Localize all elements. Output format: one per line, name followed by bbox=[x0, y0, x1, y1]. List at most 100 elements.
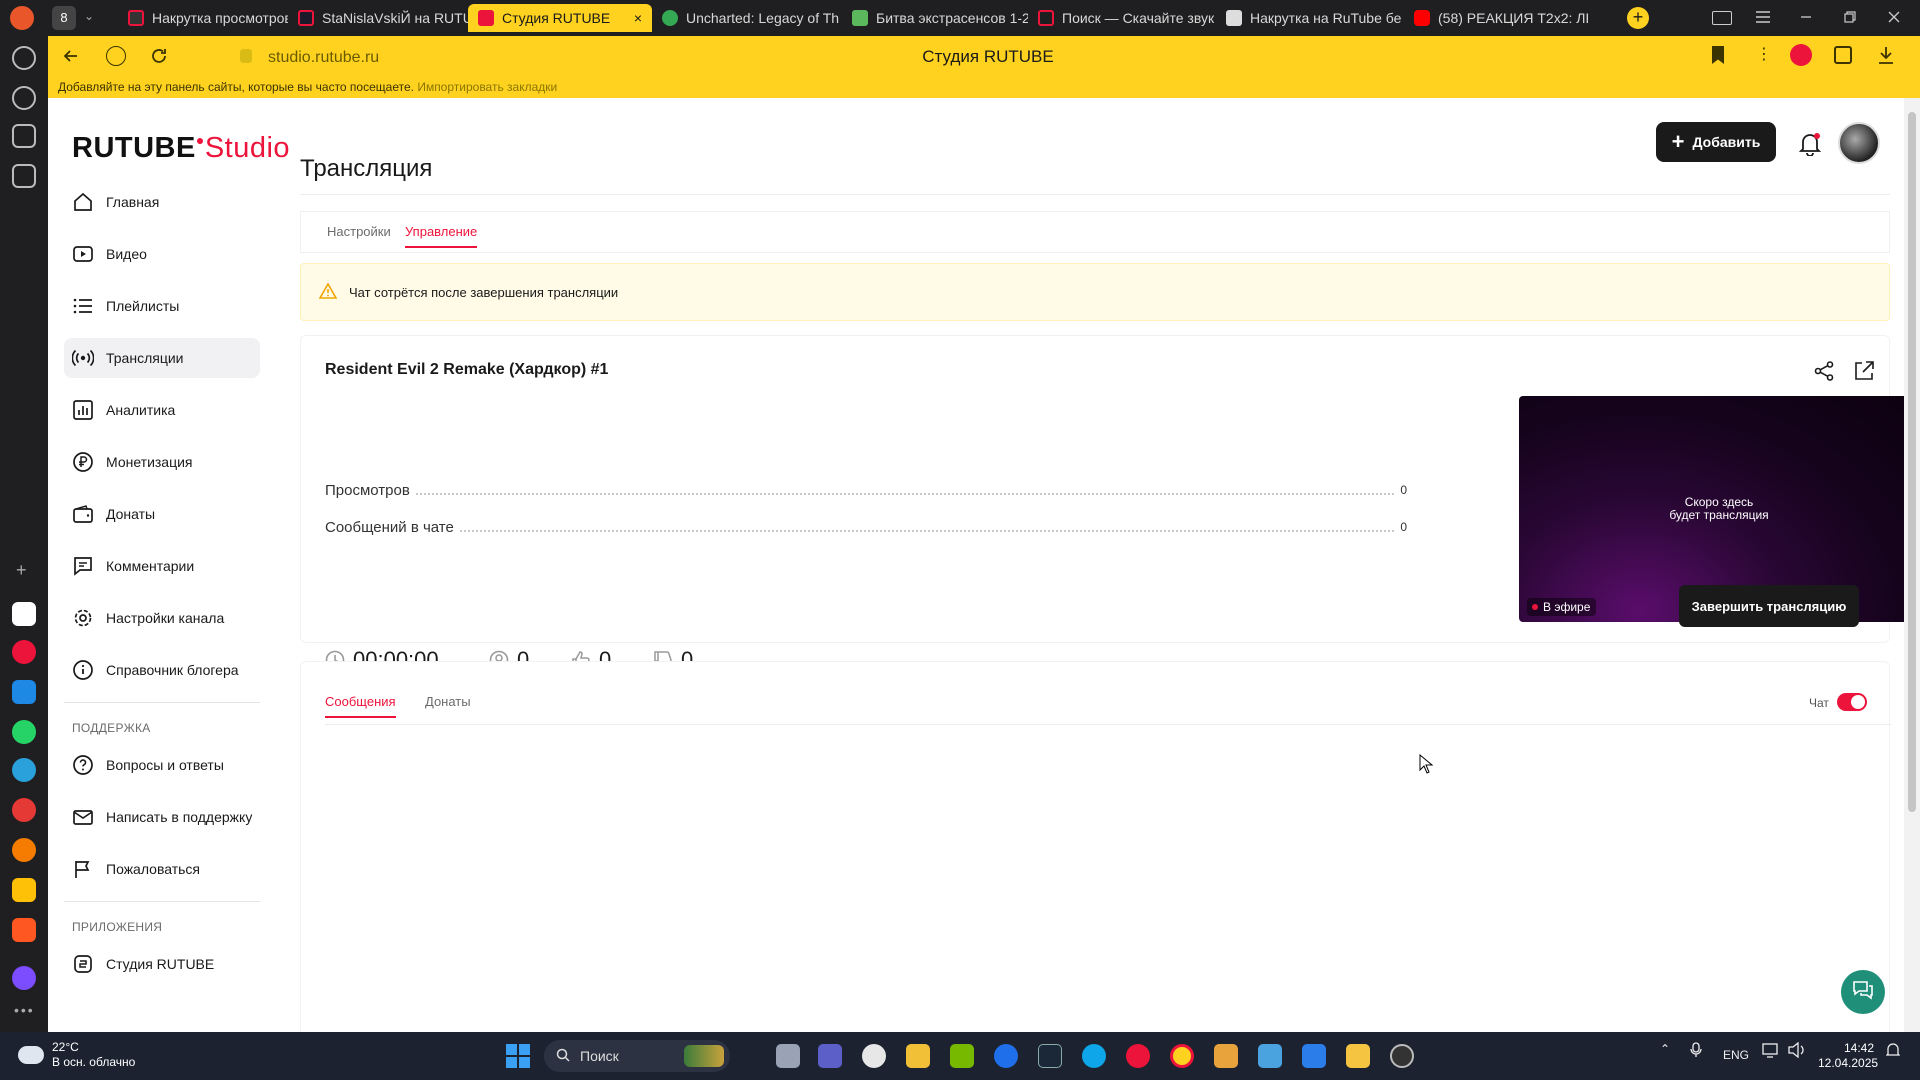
screenshot-icon[interactable] bbox=[12, 164, 36, 188]
yandex-browser-icon[interactable] bbox=[1126, 1044, 1150, 1068]
python-icon[interactable] bbox=[1346, 1044, 1370, 1068]
task-view-icon[interactable] bbox=[776, 1044, 800, 1068]
sidebar-item-channel-settings[interactable]: Настройки канала bbox=[64, 598, 260, 638]
tab-list-chevron-icon[interactable]: ⌄ bbox=[84, 9, 94, 23]
notes-icon[interactable] bbox=[12, 878, 36, 902]
extension-icon[interactable] bbox=[1790, 44, 1812, 66]
browser-tab[interactable]: Поиск — Скачайте звук bbox=[1028, 4, 1216, 32]
notifications-icon[interactable] bbox=[1885, 1042, 1901, 1061]
sidebar-item-home[interactable]: Главная bbox=[64, 182, 260, 222]
yandex-active-icon[interactable] bbox=[1170, 1044, 1194, 1068]
tab-counter[interactable]: 8 bbox=[52, 6, 76, 30]
sidebar-item-playlists[interactable]: Плейлисты bbox=[64, 286, 260, 326]
sidebar-item-broadcasts[interactable]: Трансляции bbox=[64, 338, 260, 378]
menu-icon[interactable] bbox=[1756, 10, 1770, 26]
start-button[interactable] bbox=[506, 1044, 530, 1068]
more-icon[interactable]: ••• bbox=[14, 1002, 35, 1018]
sidebar-item-comments[interactable]: Комментарии bbox=[64, 546, 260, 586]
gmail-icon[interactable] bbox=[12, 602, 36, 626]
app-icon[interactable] bbox=[12, 838, 36, 862]
language-indicator[interactable]: ENG bbox=[1723, 1048, 1749, 1062]
tab-label: Uncharted: Legacy of Th bbox=[686, 10, 840, 26]
network-app-icon[interactable] bbox=[1302, 1044, 1326, 1068]
extensions-panel-icon[interactable] bbox=[1834, 46, 1852, 64]
sidebar-item-video[interactable]: Видео bbox=[64, 234, 260, 274]
opera-icon[interactable] bbox=[12, 640, 36, 664]
steam-icon[interactable] bbox=[1038, 1044, 1062, 1068]
collections-icon[interactable] bbox=[1712, 11, 1732, 25]
rutube-studio-logo[interactable]: RUTUBE●Studio bbox=[72, 132, 290, 165]
page-scrollbar[interactable] bbox=[1904, 98, 1920, 1032]
scrollbar-thumb[interactable] bbox=[1908, 112, 1916, 812]
search-icon bbox=[556, 1048, 570, 1065]
share-icon[interactable] bbox=[1813, 360, 1835, 382]
help-chat-button[interactable] bbox=[1841, 970, 1885, 1014]
search-label: Поиск bbox=[580, 1048, 619, 1064]
address-bar[interactable]: studio.rutube.ru Студия RUTUBE bbox=[188, 42, 1788, 70]
alice-icon[interactable] bbox=[12, 966, 36, 990]
weather-widget[interactable]: 22°C В осн. облачно bbox=[18, 1040, 135, 1070]
sidebar-item-monetization[interactable]: Монетизация bbox=[64, 442, 260, 482]
microphone-icon[interactable] bbox=[1690, 1042, 1702, 1061]
browser-tab[interactable]: Битва экстрасенсов 1-2 bbox=[842, 4, 1028, 32]
browser-sidebar: + ••• bbox=[0, 36, 48, 1032]
browser-tab[interactable]: Накрутка просмотров bbox=[118, 4, 288, 32]
tab-label: Поиск — Скачайте звук bbox=[1062, 10, 1215, 26]
browser-tab-active[interactable]: Студия RUTUBE × bbox=[468, 4, 652, 32]
taskbar-clock[interactable]: 14:42 12.04.2025 bbox=[1818, 1041, 1878, 1071]
restore-icon[interactable] bbox=[1844, 10, 1856, 26]
volume-icon[interactable] bbox=[1788, 1041, 1806, 1061]
close-window-icon[interactable] bbox=[1888, 10, 1900, 26]
end-stream-button[interactable]: Завершить трансляцию bbox=[1679, 585, 1859, 627]
edge-icon[interactable] bbox=[1082, 1044, 1106, 1068]
browser-tab[interactable]: (58) РЕАКЦИЯ T2x2: ЛЕ bbox=[1404, 4, 1588, 32]
download-icon[interactable] bbox=[1878, 46, 1894, 69]
back-icon[interactable] bbox=[62, 47, 80, 70]
sidebar-item-label: Донаты bbox=[106, 506, 156, 522]
messenger-icon[interactable] bbox=[12, 680, 36, 704]
network-icon[interactable] bbox=[1762, 1042, 1780, 1061]
teams-icon[interactable] bbox=[818, 1044, 842, 1068]
new-tab-button[interactable]: + bbox=[1627, 7, 1649, 29]
minimize-icon[interactable] bbox=[1800, 10, 1812, 26]
tab-management[interactable]: Управление bbox=[405, 224, 478, 248]
browser-tab[interactable]: Накрутка на RuTube бе bbox=[1216, 4, 1404, 32]
browser-tab[interactable]: StaNislaVskiЙ на RUTUBE bbox=[288, 4, 468, 32]
sidebar-item-studio-app[interactable]: Студия RUTUBE bbox=[64, 944, 260, 984]
sidebar-item-faq[interactable]: Вопросы и ответы bbox=[64, 745, 260, 785]
sidebar-item-write-support[interactable]: Написать в поддержку bbox=[64, 797, 260, 837]
tab-messages[interactable]: Сообщения bbox=[325, 694, 396, 718]
telegram-icon[interactable] bbox=[12, 758, 36, 782]
external-link-icon[interactable] bbox=[1853, 360, 1875, 382]
browser-logo-icon[interactable] bbox=[10, 6, 34, 30]
player-icon[interactable] bbox=[12, 86, 36, 110]
nvidia-icon[interactable] bbox=[950, 1044, 974, 1068]
app-taskbar-icon[interactable] bbox=[1214, 1044, 1238, 1068]
sidebar-item-analytics[interactable]: Аналитика bbox=[64, 390, 260, 430]
reload-icon[interactable] bbox=[150, 47, 168, 70]
file-explorer-icon[interactable] bbox=[906, 1044, 930, 1068]
taskbar-search[interactable]: Поиск bbox=[544, 1040, 730, 1072]
sidebar-item-report[interactable]: Пожаловаться bbox=[64, 849, 260, 889]
sidebar-item-donations[interactable]: Донаты bbox=[64, 494, 260, 534]
add-panel-icon[interactable]: + bbox=[16, 560, 27, 581]
photos-icon[interactable] bbox=[1258, 1044, 1282, 1068]
page-menu-icon[interactable]: ⋮ bbox=[1756, 44, 1772, 64]
tabs-icon[interactable] bbox=[12, 124, 36, 148]
sidebar-item-blogger-guide[interactable]: Справочник блогера bbox=[64, 650, 260, 690]
tray-chevron-icon[interactable]: ⌃ bbox=[1660, 1042, 1670, 1056]
yandex-icon[interactable] bbox=[106, 46, 126, 66]
history-icon[interactable] bbox=[12, 46, 36, 70]
settings-app-icon[interactable] bbox=[862, 1044, 886, 1068]
tab-close-icon[interactable]: × bbox=[634, 10, 642, 26]
chat-toggle[interactable] bbox=[1837, 693, 1867, 711]
tab-settings[interactable]: Настройки bbox=[327, 224, 391, 239]
browser-tab[interactable]: Uncharted: Legacy of Th bbox=[652, 4, 842, 32]
whatsapp-icon[interactable] bbox=[12, 720, 36, 744]
import-bookmarks-link[interactable]: Импортировать закладки bbox=[417, 80, 557, 94]
battlenet-icon[interactable] bbox=[994, 1044, 1018, 1068]
translate-icon[interactable] bbox=[12, 798, 36, 822]
mail-app-icon[interactable] bbox=[12, 918, 36, 942]
obs-icon[interactable] bbox=[1390, 1044, 1414, 1068]
tab-donations[interactable]: Донаты bbox=[425, 694, 471, 709]
